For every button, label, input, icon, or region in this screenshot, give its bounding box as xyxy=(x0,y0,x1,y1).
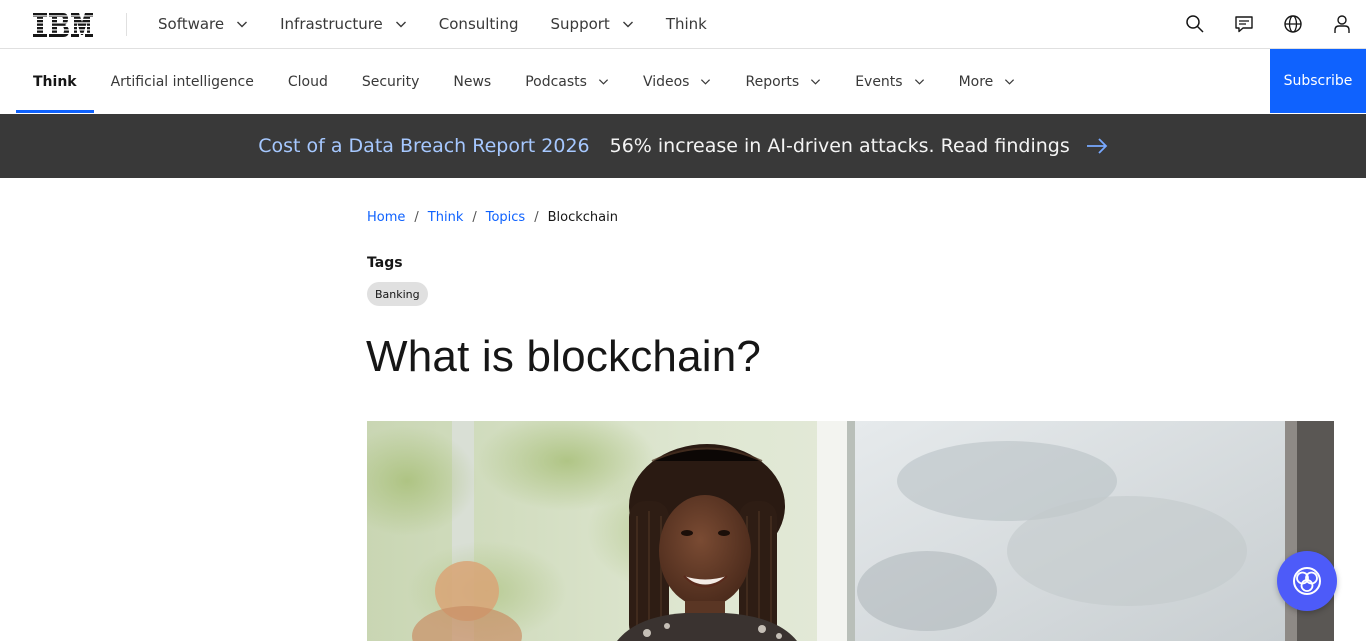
tags-label: Tags xyxy=(367,255,403,271)
masthead: Software Infrastructure Consulting Suppo… xyxy=(0,0,1366,49)
chevron-down-icon xyxy=(914,79,924,85)
chevron-down-icon xyxy=(395,21,406,28)
hero-image xyxy=(367,421,1334,641)
sub-nav-item-think[interactable]: Think xyxy=(16,49,94,114)
chevron-down-icon xyxy=(237,21,248,28)
sub-nav-label: Cloud xyxy=(287,73,328,90)
breadcrumb-current: Blockchain xyxy=(547,210,618,225)
sub-nav-items: Think Artificial intelligence Cloud Secu… xyxy=(16,49,1032,114)
top-nav-label: Consulting xyxy=(438,15,519,33)
search-icon xyxy=(1185,15,1204,33)
chevron-down-icon xyxy=(701,79,711,85)
logo-divider xyxy=(126,13,127,36)
masthead-tools xyxy=(1170,0,1366,48)
chat-button[interactable] xyxy=(1219,0,1268,48)
breadcrumb-link-think[interactable]: Think xyxy=(428,210,464,225)
chevron-down-icon xyxy=(622,21,633,28)
top-nav: Software Infrastructure Consulting Suppo… xyxy=(142,0,723,48)
banner-text: 56% increase in AI-driven attacks. Read … xyxy=(609,135,1070,157)
sub-nav-item-podcasts[interactable]: Podcasts xyxy=(508,49,626,114)
ai-assistant-button[interactable] xyxy=(1277,551,1337,611)
top-nav-item-consulting[interactable]: Consulting xyxy=(423,0,535,48)
breadcrumb-separator: / xyxy=(414,210,419,225)
sub-nav-label: Videos xyxy=(642,73,690,90)
sub-nav-label: Podcasts xyxy=(525,73,587,90)
sub-nav-label: Events xyxy=(855,73,903,90)
tag-chip-banking[interactable]: Banking xyxy=(367,282,428,306)
sub-nav-item-news[interactable]: News xyxy=(436,49,508,114)
breadcrumb-separator: / xyxy=(472,210,477,225)
arrow-right-icon xyxy=(1086,138,1108,154)
sub-nav-label: News xyxy=(453,73,492,90)
breadcrumb-separator: / xyxy=(534,210,539,225)
top-nav-item-think[interactable]: Think xyxy=(650,0,723,48)
sub-nav-label: Security xyxy=(361,73,420,90)
promo-banner[interactable]: Cost of a Data Breach Report 2026 56% in… xyxy=(0,114,1366,178)
top-nav-label: Infrastructure xyxy=(280,15,383,33)
subscribe-button[interactable]: Subscribe xyxy=(1270,49,1366,113)
chat-icon xyxy=(1234,16,1253,33)
sub-nav-item-cloud[interactable]: Cloud xyxy=(271,49,345,114)
sub-nav: Think Artificial intelligence Cloud Secu… xyxy=(0,49,1366,114)
sub-nav-label: Reports xyxy=(745,73,800,90)
sub-nav-item-events[interactable]: Events xyxy=(838,49,941,114)
sub-nav-label: More xyxy=(958,73,994,90)
ai-assistant-icon xyxy=(1293,567,1321,595)
sub-nav-item-artificial-intelligence[interactable]: Artificial intelligence xyxy=(94,49,271,114)
sub-nav-label: Artificial intelligence xyxy=(110,73,254,90)
top-nav-label: Support xyxy=(550,15,610,33)
search-button[interactable] xyxy=(1170,0,1219,48)
chevron-down-icon xyxy=(598,79,608,85)
top-nav-item-support[interactable]: Support xyxy=(535,0,650,48)
sub-nav-item-more[interactable]: More xyxy=(942,49,1033,114)
top-nav-item-infrastructure[interactable]: Infrastructure xyxy=(264,0,423,48)
sub-nav-item-videos[interactable]: Videos xyxy=(626,49,729,114)
ibm-logo-icon[interactable] xyxy=(33,13,93,37)
sub-nav-label: Think xyxy=(33,73,77,90)
profile-button[interactable] xyxy=(1317,0,1366,48)
chevron-down-icon xyxy=(811,79,821,85)
user-icon xyxy=(1333,15,1350,33)
globe-icon xyxy=(1283,15,1302,33)
top-nav-item-software[interactable]: Software xyxy=(142,0,264,48)
page-title: What is blockchain? xyxy=(366,332,762,381)
breadcrumb-link-topics[interactable]: Topics xyxy=(486,210,525,225)
banner-title: Cost of a Data Breach Report 2026 xyxy=(258,135,590,157)
hero-photo xyxy=(367,421,1334,641)
language-button[interactable] xyxy=(1268,0,1317,48)
breadcrumb-link-home[interactable]: Home xyxy=(367,210,405,225)
top-nav-label: Software xyxy=(158,15,225,33)
sub-nav-item-reports[interactable]: Reports xyxy=(728,49,838,114)
breadcrumb: Home / Think / Topics / Blockchain xyxy=(367,210,618,225)
top-nav-label: Think xyxy=(665,15,707,33)
chevron-down-icon xyxy=(1005,79,1015,85)
sub-nav-item-security[interactable]: Security xyxy=(345,49,437,114)
